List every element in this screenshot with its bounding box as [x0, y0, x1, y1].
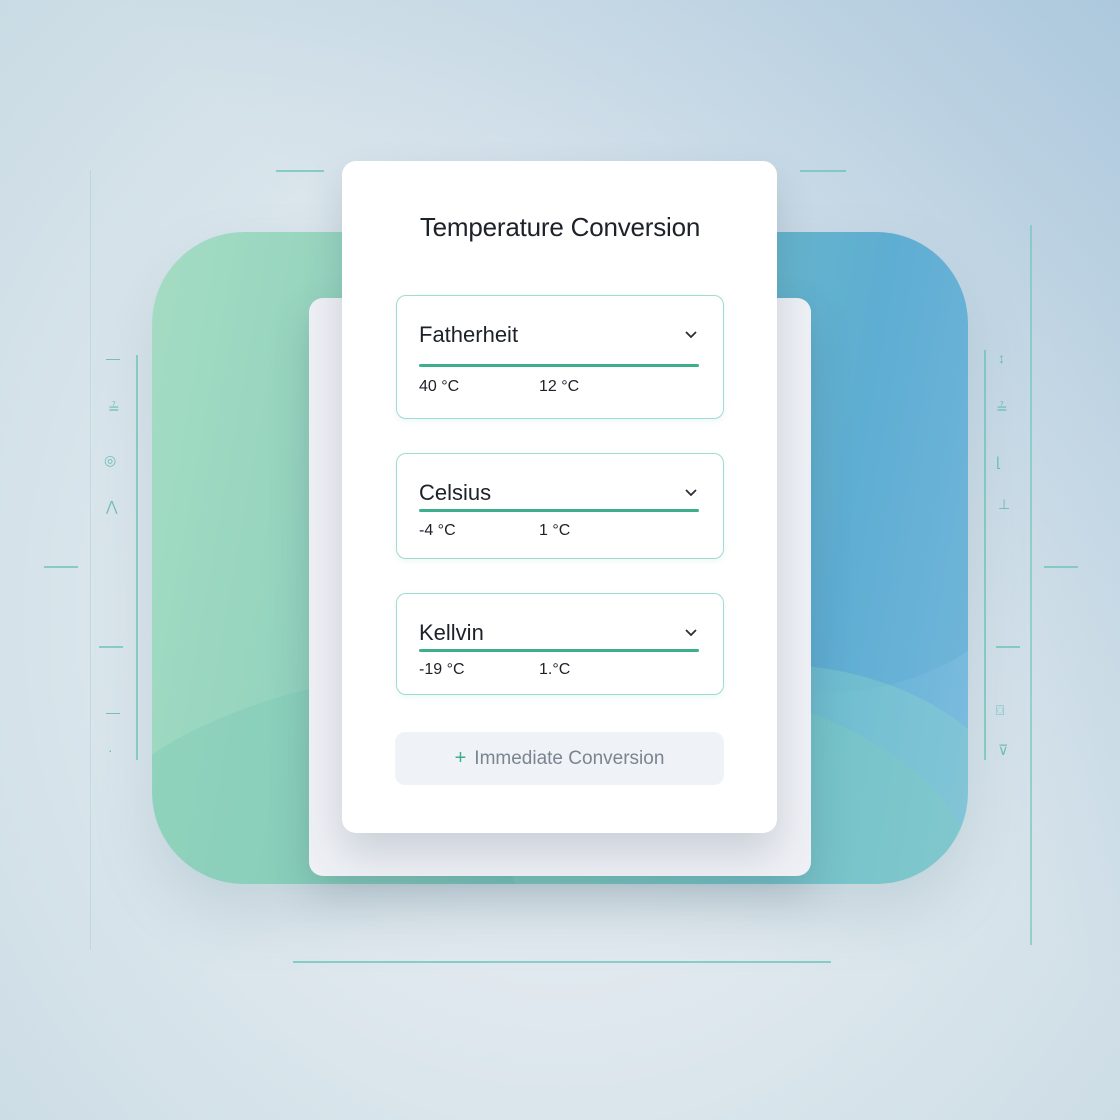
value-primary: -4 °C	[419, 522, 456, 539]
deco-line	[1030, 225, 1032, 945]
ruler-tick-icon: —	[106, 704, 120, 720]
value-primary: -19 °C	[419, 661, 465, 678]
field-underline	[419, 364, 699, 367]
chevron-down-icon[interactable]	[683, 624, 699, 640]
deco-line	[996, 646, 1020, 648]
field-label: Kellvin	[419, 620, 484, 645]
deco-line	[44, 566, 78, 568]
kelvin-select[interactable]: Kellvin -19 °C 1.°C	[396, 593, 724, 695]
field-underline	[419, 649, 699, 652]
immediate-conversion-button[interactable]: + Immediate Conversion	[395, 732, 724, 785]
button-label: Immediate Conversion	[474, 747, 665, 769]
chevron-down-icon[interactable]	[683, 326, 699, 342]
deco-line	[984, 350, 986, 760]
ruler-tick-icon: ⊽	[998, 742, 1009, 758]
triangle-icon: ⋀	[106, 498, 118, 514]
page-title: Temperature Conversion	[419, 212, 701, 242]
value-secondary: 1 °C	[539, 522, 571, 539]
deco-line	[90, 170, 91, 950]
ruler-tick-icon: ≟	[996, 400, 1008, 416]
target-icon: ◎	[104, 452, 117, 468]
deco-line	[1044, 566, 1078, 568]
fahrenheit-select[interactable]: Fatherheit 40 °C 12 °C	[396, 295, 724, 419]
deco-line	[293, 961, 831, 963]
deco-line	[136, 355, 138, 760]
ruler-tick-icon: ⊥	[998, 496, 1011, 512]
plus-icon: +	[454, 747, 467, 769]
cylinder-icon: ⌼	[996, 702, 1005, 718]
ruler-tick-icon: —	[106, 350, 120, 366]
deco-line	[99, 646, 123, 648]
field-label: Celsius	[419, 480, 492, 505]
ruler-tick-icon: ⌊	[996, 454, 1002, 470]
value-primary: 40 °C	[419, 378, 460, 395]
value-secondary: 1.°C	[539, 661, 571, 678]
deco-line	[276, 170, 324, 172]
celsius-select[interactable]: Celsius -4 °C 1 °C	[396, 453, 724, 559]
ruler-tick-icon: ↕	[998, 350, 1005, 366]
deco-line	[800, 170, 846, 172]
field-underline	[419, 509, 699, 512]
ruler-tick-icon: ≟	[108, 400, 120, 416]
chevron-down-icon[interactable]	[683, 484, 699, 500]
value-secondary: 12 °C	[539, 378, 580, 395]
field-label: Fatherheit	[419, 322, 519, 347]
dot-icon: ·	[108, 742, 113, 758]
